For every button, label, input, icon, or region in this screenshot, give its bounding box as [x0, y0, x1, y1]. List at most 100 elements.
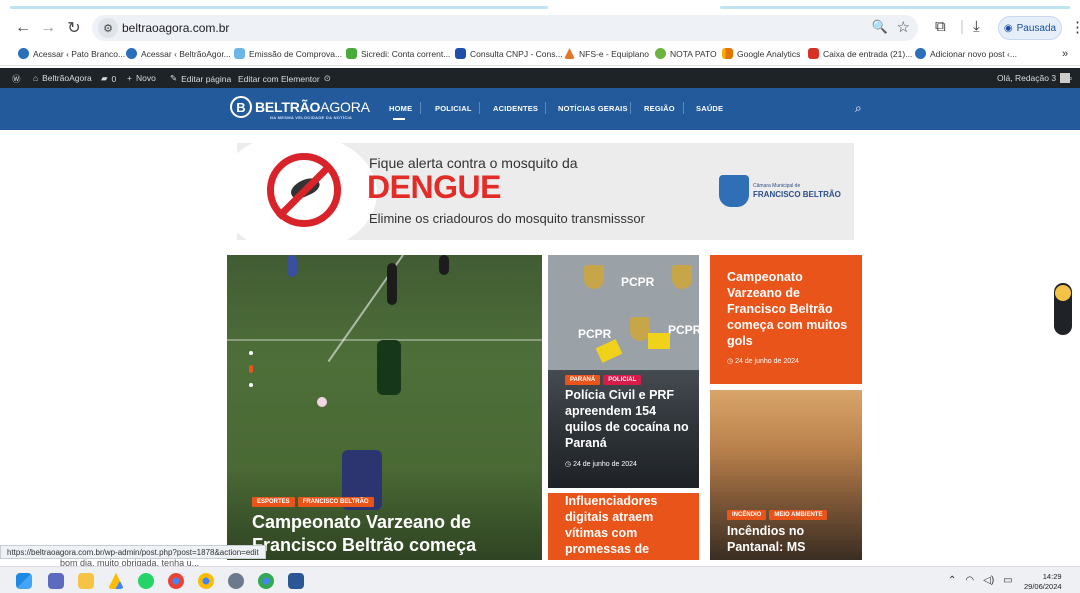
- theme-toggle[interactable]: [1054, 283, 1072, 335]
- clock-time: 14:29: [1042, 572, 1062, 581]
- url-text[interactable]: beltraoagora.com.br: [122, 21, 229, 35]
- wp-search-icon[interactable]: ⌕: [1068, 73, 1073, 84]
- chrome-icon[interactable]: [168, 573, 184, 589]
- settings-icon[interactable]: [228, 573, 244, 589]
- post-card[interactable]: Campeonato Varzeano de Francisco Beltrão…: [710, 255, 862, 384]
- bookmark-item[interactable]: NFS-e - Equiplano: [564, 48, 649, 59]
- bookmark-star-icon[interactable]: ☆: [897, 18, 910, 36]
- chrome-icon[interactable]: [258, 573, 274, 589]
- tab-indicator: [10, 6, 548, 9]
- nav-divider: [545, 102, 546, 114]
- profile-button[interactable]: ◉ Pausada: [998, 16, 1062, 40]
- forward-button[interactable]: →: [37, 17, 59, 39]
- logo-mark-icon: B: [230, 96, 252, 118]
- profile-label: Pausada: [1016, 22, 1057, 34]
- slider-dots[interactable]: [249, 351, 253, 397]
- tag-esportes[interactable]: ESPORTES: [252, 497, 295, 507]
- wp-account-menu[interactable]: Olá, Redação 3: [997, 73, 1071, 83]
- logo-tagline: NA MESMA VELOCIDADE DA NOTÍCIA: [270, 115, 353, 120]
- bookmark-item[interactable]: Emissão de Comprova...: [234, 48, 342, 59]
- chrome-icon[interactable]: [198, 573, 214, 589]
- bookmark-favicon-icon: [455, 48, 466, 59]
- post-title[interactable]: Influenciadores digitais atraem vítimas …: [565, 493, 690, 557]
- bookmark-item[interactable]: Acessar ‹ Pato Branco...: [18, 48, 125, 59]
- banner-headline: DENGUE: [367, 169, 501, 205]
- nav-home[interactable]: HOME: [389, 104, 412, 113]
- system-tray: ⌃ ◠ ◁) ▭: [948, 575, 1013, 586]
- bookmarks-bar: Acessar ‹ Pato Branco... Acessar ‹ Beltr…: [0, 44, 1080, 66]
- pcpr-wall-text: PCPR: [621, 275, 655, 289]
- post-title[interactable]: Campeonato Varzeano de Francisco Beltrão…: [727, 269, 852, 349]
- bookmark-item[interactable]: Caixa de entrada (21)...: [808, 48, 912, 59]
- post-card[interactable]: PCPR PCPR PCPR PARANÁ POLICIAL Polícia Ci…: [548, 255, 699, 488]
- bookmark-item[interactable]: NOTA PATO: [655, 48, 717, 59]
- wp-edit-page-link[interactable]: ✎ Editar página: [170, 73, 231, 84]
- tag-francisco-beltrao[interactable]: FRANCISCO BELTRÃO: [297, 497, 374, 507]
- featured-post-card[interactable]: ESPORTES FRANCISCO BELTRÃO Campeonato Var…: [227, 255, 542, 560]
- volume-icon[interactable]: ◁): [983, 575, 994, 586]
- post-title[interactable]: Campeonato Varzeano de Francisco Beltrão…: [252, 511, 522, 557]
- wp-comments-link[interactable]: ▰ 0: [101, 73, 116, 84]
- ball: [317, 397, 327, 407]
- teams-icon[interactable]: [48, 573, 64, 589]
- more-bookmarks-button[interactable]: »: [1062, 48, 1068, 60]
- file-explorer-icon[interactable]: [78, 573, 94, 589]
- bookmark-item[interactable]: Adicionar novo post ‹...: [915, 48, 1017, 59]
- nav-noticias-gerais[interactable]: NOTÍCIAS GERAIS: [558, 104, 628, 113]
- bookmark-favicon-icon: [722, 48, 733, 59]
- extensions-icon[interactable]: ⧉: [935, 18, 946, 35]
- bookmark-favicon-icon: [18, 48, 29, 59]
- address-bar[interactable]: ⚙ beltraoagora.com.br 🔍 ☆: [92, 15, 918, 41]
- nav-divider: [420, 102, 421, 114]
- wp-elementor-link[interactable]: Editar com Elementor ⊙: [238, 73, 331, 84]
- google-drive-icon[interactable]: [108, 573, 124, 589]
- whatsapp-icon[interactable]: [138, 573, 154, 589]
- os-taskbar: ⌃ ◠ ◁) ▭ 14:29 29/06/2024: [0, 566, 1080, 593]
- nav-acidentes[interactable]: ACIDENTES: [493, 104, 538, 113]
- reload-button[interactable]: ↻: [63, 17, 85, 39]
- wp-new-link[interactable]: + Novo: [127, 73, 156, 83]
- tag-incendio[interactable]: INCÊNDIO: [727, 510, 767, 520]
- nav-saude[interactable]: SAÚDE: [696, 104, 723, 113]
- tag-parana[interactable]: PARANÁ: [565, 375, 601, 385]
- bookmark-item[interactable]: Google Analytics: [722, 48, 800, 59]
- start-icon[interactable]: [16, 573, 32, 589]
- tag-policial[interactable]: POLICIAL: [603, 375, 642, 385]
- post-card[interactable]: Influenciadores digitais atraem vítimas …: [548, 493, 699, 560]
- taskbar-clock[interactable]: 14:29 29/06/2024: [1024, 572, 1062, 592]
- status-url-bar: https://beltraoagora.com.br/wp-admin/pos…: [0, 545, 266, 559]
- bookmark-item[interactable]: Sicredi: Conta corrent...: [346, 48, 450, 59]
- tag-meio-ambiente[interactable]: MEIO AMBIENTE: [769, 510, 828, 520]
- post-title[interactable]: Polícia Civil e PRF apreendem 154 quilos…: [565, 387, 690, 451]
- post-title[interactable]: Incêndios no Pantanal: MS: [727, 523, 852, 555]
- zoom-icon[interactable]: 🔍: [872, 19, 888, 35]
- wp-site-link[interactable]: ⌂ BeltrãoAgora: [33, 73, 92, 83]
- banner-line-3: Elimine os criadouros do mosquito transm…: [369, 211, 645, 226]
- nav-regiao[interactable]: REGIÃO: [644, 104, 675, 113]
- bookmark-favicon-icon: [346, 48, 357, 59]
- chevron-up-icon[interactable]: ⌃: [948, 575, 956, 586]
- download-icon[interactable]: ⤓: [973, 18, 980, 35]
- player-figure: [387, 263, 397, 305]
- search-icon[interactable]: ⌕: [855, 101, 862, 116]
- nav-policial[interactable]: POLICIAL: [435, 104, 472, 113]
- site-logo[interactable]: B BELTRÃOAGORA NA MESMA VELOCIDADE DA NO…: [230, 96, 370, 120]
- bookmark-item[interactable]: Acessar ‹ BeltrãoAgor...: [126, 48, 231, 59]
- back-button[interactable]: ←: [12, 17, 34, 39]
- dengue-banner[interactable]: Fique alerta contra o mosquito da DENGUE…: [237, 143, 854, 240]
- wordpress-logo-icon[interactable]: Ⓦ: [12, 73, 21, 85]
- battery-icon[interactable]: ▭: [1003, 575, 1012, 586]
- post-card[interactable]: INCÊNDIO MEIO AMBIENTE Incêndios no Panta…: [710, 390, 862, 560]
- bookmark-item[interactable]: Consulta CNPJ - Cons...: [455, 48, 563, 59]
- post-tags: INCÊNDIO MEIO AMBIENTE: [727, 503, 830, 521]
- word-icon[interactable]: [288, 573, 304, 589]
- wifi-icon[interactable]: ◠: [965, 575, 974, 586]
- site-header: B BELTRÃOAGORA NA MESMA VELOCIDADE DA NO…: [0, 88, 1080, 130]
- post-tags: ESPORTES FRANCISCO BELTRÃO: [252, 490, 377, 508]
- toolbar-divider: |: [960, 18, 964, 35]
- site-info-icon[interactable]: ⚙: [98, 18, 118, 38]
- pcpr-badge-icon: [630, 317, 650, 341]
- menu-icon[interactable]: ⋮: [1070, 18, 1080, 36]
- clock-date: 29/06/2024: [1024, 582, 1062, 591]
- pcpr-badge-icon: [584, 265, 604, 289]
